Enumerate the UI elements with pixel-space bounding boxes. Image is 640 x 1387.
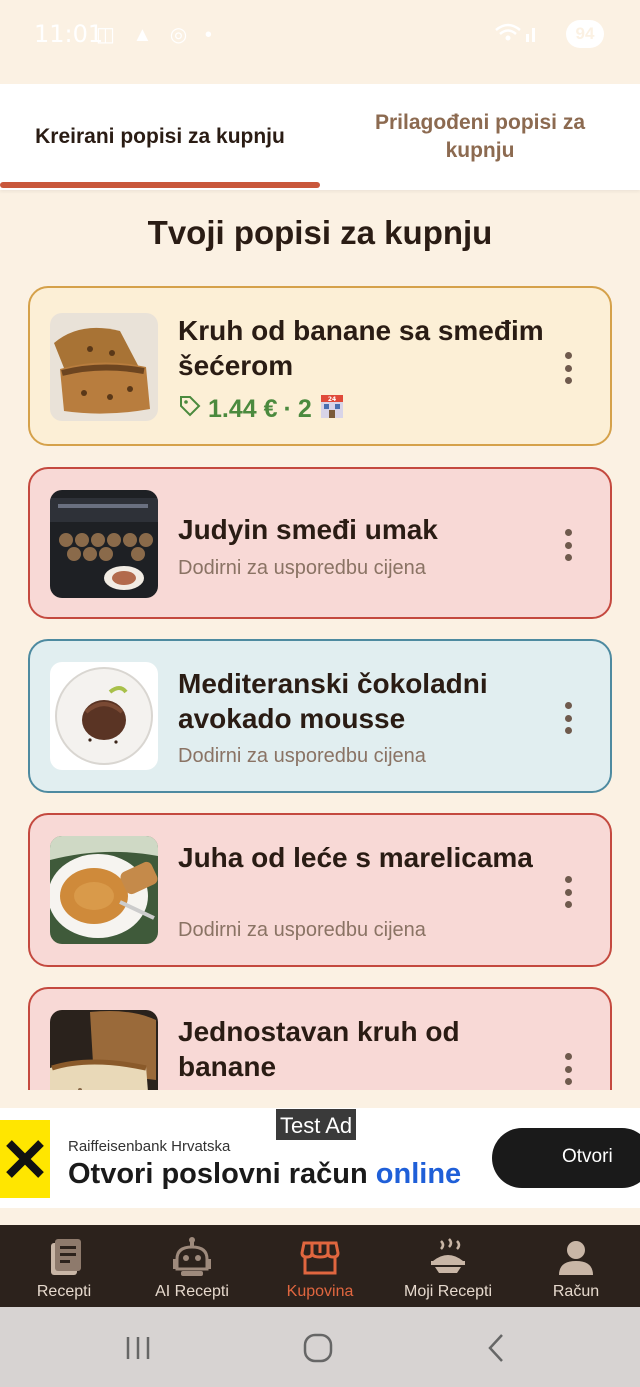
page-title: Tvoji popisi za kupnju bbox=[147, 214, 493, 251]
list-title: Judyin smeđi umak bbox=[178, 514, 438, 545]
recipe-thumbnail bbox=[50, 836, 158, 944]
recent-apps-icon[interactable] bbox=[118, 1331, 158, 1365]
more-options-button[interactable] bbox=[556, 348, 580, 388]
list-title: Kruh od banane sa smeđim šećerom bbox=[178, 315, 544, 381]
ad-banner[interactable]: Test Ad Raiffeisenbank Hrvatska Otvori p… bbox=[0, 1108, 640, 1208]
cooking-icon bbox=[431, 1238, 465, 1273]
recipe-thumbnail bbox=[50, 662, 158, 770]
book-icon bbox=[51, 1239, 81, 1275]
shopping-list-card[interactable]: Jednostavan kruh od banane bbox=[28, 987, 612, 1090]
list-tabs: Kreirani popisi za kupnju Prilagođeni po… bbox=[0, 84, 640, 190]
signal-icon bbox=[494, 22, 540, 49]
status-time: 11:01 bbox=[34, 20, 104, 48]
more-options-button[interactable] bbox=[556, 1049, 580, 1089]
list-title: Jednostavan kruh od banane bbox=[178, 1016, 460, 1082]
tab-custom-lists[interactable]: Prilagođeni popisi za kupnju bbox=[320, 84, 640, 190]
recipe-thumbnail bbox=[50, 313, 158, 421]
list-price: 1.44 € bbox=[208, 395, 278, 423]
more-options-button[interactable] bbox=[556, 872, 580, 912]
shopping-list-card[interactable]: Mediteranski čokoladni avokado mousse Do… bbox=[28, 639, 612, 793]
ad-cta-button[interactable]: Otvori bbox=[492, 1128, 640, 1188]
robot-icon bbox=[173, 1237, 211, 1276]
ad-headline: Otvori poslovni račun online bbox=[68, 1158, 461, 1191]
advertiser-logo-icon bbox=[0, 1120, 50, 1198]
nav-recipes[interactable]: Recepti bbox=[0, 1225, 128, 1307]
ad-headline-main: Otvori poslovni račun bbox=[68, 1158, 368, 1190]
nav-shopping[interactable]: Kupovina bbox=[256, 1225, 384, 1307]
home-icon[interactable] bbox=[298, 1331, 338, 1365]
shopping-list-scroll[interactable]: Kruh od banane sa smeđim šećerom 1.44 € … bbox=[0, 278, 640, 1090]
nav-my-recipes[interactable]: Moji Recepti bbox=[384, 1225, 512, 1307]
price-tag-icon bbox=[178, 394, 202, 425]
list-subtitle: Dodirni za usporedbu cijena bbox=[178, 919, 426, 941]
list-subtitle: Dodirni za usporedbu cijena bbox=[178, 745, 426, 767]
nav-ai-recipes[interactable]: AI Recepti bbox=[128, 1225, 256, 1307]
nav-account[interactable]: Račun bbox=[512, 1225, 640, 1307]
shopping-list-card[interactable]: Judyin smeđi umak Dodirni za usporedbu c… bbox=[28, 467, 612, 619]
store-icon bbox=[300, 1241, 340, 1275]
nav-label: Kupovina bbox=[286, 1283, 354, 1300]
back-icon[interactable] bbox=[478, 1331, 518, 1365]
shopping-list-card[interactable]: Juha od leće s marelicama Dodirni za usp… bbox=[28, 813, 612, 967]
tab-active-indicator bbox=[0, 182, 320, 188]
svg-text:24: 24 bbox=[328, 396, 336, 403]
person-icon bbox=[559, 1241, 593, 1275]
list-price-info: 1.44 € · 2 24 bbox=[178, 392, 346, 427]
shopping-list-card[interactable]: Kruh od banane sa smeđim šećerom 1.44 € … bbox=[28, 286, 612, 446]
more-options-button[interactable] bbox=[556, 525, 580, 565]
system-navigation-bar bbox=[0, 1307, 640, 1387]
list-title: Juha od leće s marelicama bbox=[178, 842, 533, 873]
list-subtitle: Dodirni za usporedbu cijena bbox=[178, 557, 426, 579]
list-title: Mediteranski čokoladni avokado mousse bbox=[178, 668, 488, 734]
nav-label: AI Recepti bbox=[155, 1283, 229, 1300]
test-ad-badge: Test Ad bbox=[275, 1108, 358, 1141]
price-separator: · bbox=[283, 395, 292, 423]
recipe-thumbnail bbox=[50, 490, 158, 598]
ad-headline-highlight: online bbox=[375, 1158, 462, 1190]
store-count: 2 bbox=[297, 395, 312, 423]
store-emoji-icon: 24 bbox=[318, 392, 346, 427]
more-options-button[interactable] bbox=[556, 698, 580, 738]
bottom-navigation: Recepti AI Recepti Kupovina Moji Recepti… bbox=[0, 1225, 640, 1307]
ad-advertiser: Raiffeisenbank Hrvatska bbox=[68, 1138, 231, 1155]
nav-label: Recepti bbox=[36, 1283, 92, 1300]
nav-label: Moji Recepti bbox=[403, 1283, 493, 1300]
nav-label: Račun bbox=[552, 1283, 600, 1300]
status-bar: 11:01 ◫ ▲ ◎ • 94 bbox=[0, 0, 640, 72]
notification-icons: ◫ ▲ ◎ • bbox=[96, 24, 218, 46]
tab-created-lists[interactable]: Kreirani popisi za kupnju bbox=[0, 84, 320, 190]
recipe-thumbnail bbox=[50, 1010, 158, 1090]
battery-indicator: 94 bbox=[566, 20, 604, 48]
